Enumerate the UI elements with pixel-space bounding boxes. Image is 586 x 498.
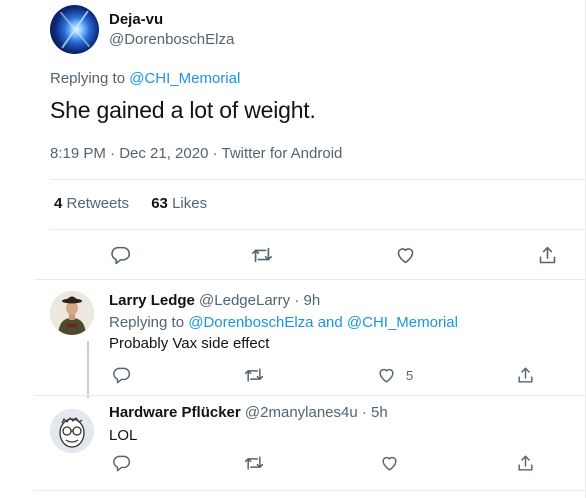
- share-icon: [517, 455, 533, 471]
- avatar[interactable]: [50, 291, 94, 335]
- retweets-count: 4: [54, 195, 63, 212]
- thread-line: [87, 341, 89, 398]
- reply-tweet[interactable]: Hardware Pflücker @2manylanes4u · 5h LOL: [50, 400, 586, 490]
- divider: [50, 179, 586, 180]
- reply-button[interactable]: [108, 243, 132, 267]
- likes-label: Likes: [172, 195, 208, 212]
- retweet-icon: [244, 368, 264, 382]
- author-display-name[interactable]: Deja-vu: [109, 11, 163, 28]
- retweet-button[interactable]: [242, 451, 266, 475]
- share-icon: [517, 367, 533, 383]
- share-button[interactable]: [513, 451, 537, 475]
- replying-to-link[interactable]: @DorenboschElza: [188, 314, 313, 331]
- replying-prefix: Replying to: [50, 70, 126, 87]
- author-handle[interactable]: @DorenboschElza: [109, 31, 234, 48]
- tweet-stats: 4 Retweets 63 Likes: [54, 195, 207, 212]
- reply-handle-time: @2manylanes4u · 5h: [244, 404, 388, 421]
- like-count: 5: [406, 367, 414, 383]
- reply-text: Probably Vax side effect: [109, 335, 270, 352]
- share-icon: [539, 246, 555, 263]
- reply-author[interactable]: Hardware Pflücker @2manylanes4u · 5h: [109, 404, 388, 421]
- retweet-button[interactable]: [242, 363, 266, 387]
- reply-tweet[interactable]: Larry Ledge @LedgeLarry · 9h Replying to…: [50, 288, 586, 398]
- like-icon: [379, 368, 394, 383]
- divider: [34, 490, 586, 491]
- replying-to-link[interactable]: @CHI_Memorial: [129, 70, 240, 87]
- reply-icon: [112, 367, 130, 383]
- reply-icon: [112, 455, 130, 471]
- likes-count: 63: [151, 195, 168, 212]
- reply-icon: [110, 246, 130, 264]
- divider: [34, 395, 586, 396]
- divider: [34, 279, 586, 280]
- replying-to-link[interactable]: @CHI_Memorial: [347, 314, 458, 331]
- reply-button[interactable]: [109, 451, 133, 475]
- share-button[interactable]: [535, 243, 559, 267]
- reply-text: LOL: [109, 427, 138, 444]
- retweet-button[interactable]: [250, 243, 274, 267]
- retweet-icon: [252, 247, 272, 263]
- avatar[interactable]: [50, 409, 94, 453]
- tweet-header: Deja-vu @DorenboschElza: [34, 0, 586, 62]
- replying-to: Replying to @CHI_Memorial: [50, 70, 240, 87]
- likes-stat[interactable]: 63 Likes: [151, 195, 207, 212]
- retweets-label: Retweets: [66, 195, 130, 212]
- like-button[interactable]: 5: [377, 363, 413, 387]
- retweet-icon: [244, 456, 264, 470]
- like-button[interactable]: [377, 451, 401, 475]
- reply-button[interactable]: [109, 363, 133, 387]
- reply-display-name: Hardware Pflücker: [109, 404, 241, 421]
- replying-prefix: Replying to: [109, 314, 185, 331]
- like-icon: [381, 456, 397, 471]
- replying-to: Replying to @DorenboschElza and @CHI_Mem…: [109, 314, 458, 331]
- reply-author[interactable]: Larry Ledge @LedgeLarry · 9h: [109, 292, 320, 309]
- retweets-stat[interactable]: 4 Retweets: [54, 195, 129, 212]
- avatar[interactable]: [50, 5, 99, 54]
- like-button[interactable]: [393, 243, 417, 267]
- reply-display-name: Larry Ledge: [109, 292, 195, 309]
- tweet-text: She gained a lot of weight.: [50, 97, 316, 123]
- divider: [50, 229, 586, 230]
- reply-handle-time: @LedgeLarry · 9h: [199, 292, 321, 309]
- replying-and: and: [317, 314, 343, 331]
- like-icon: [397, 247, 413, 263]
- tweet-detail: Deja-vu @DorenboschElza Replying to @CHI…: [34, 0, 586, 491]
- share-button[interactable]: [513, 363, 537, 387]
- tweet-timestamp[interactable]: 8:19 PM · Dec 21, 2020 · Twitter for And…: [50, 145, 342, 162]
